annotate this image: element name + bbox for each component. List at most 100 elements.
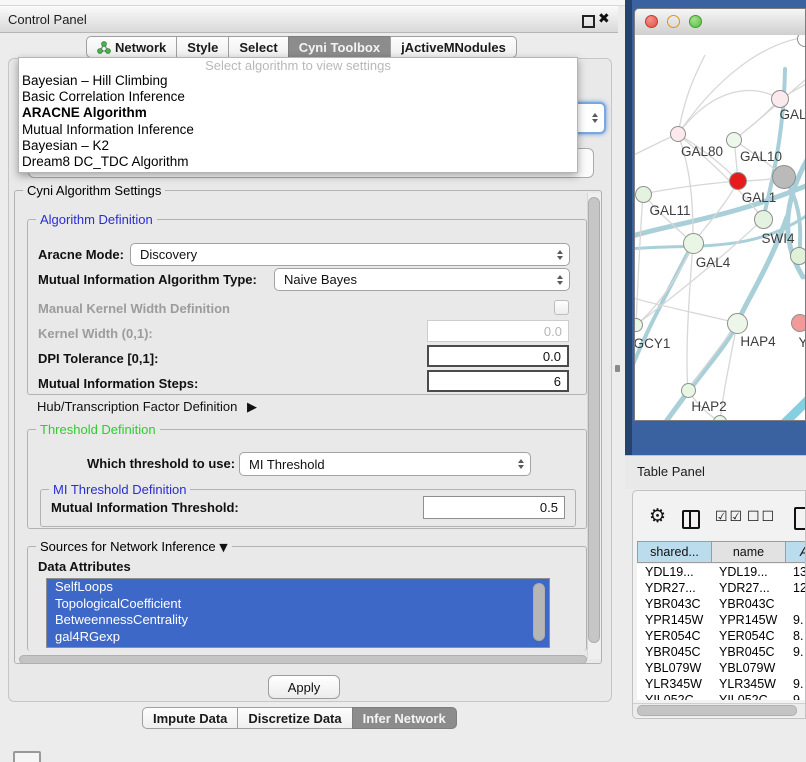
cell-name[interactable]: YPR145W (711, 612, 785, 628)
network-node-gal4[interactable] (683, 233, 704, 254)
attribute-item[interactable]: SelfLoops (47, 579, 549, 596)
export-table-icon[interactable] (794, 507, 806, 530)
mi-threshold-field[interactable]: 0.5 (423, 496, 565, 519)
algorithm-option[interactable]: Mutual Information Inference (19, 122, 577, 138)
algorithm-option[interactable]: Dream8 DC_TDC Algorithm (19, 154, 577, 170)
cell-name[interactable]: YIL052C (711, 692, 785, 700)
tab-cyni-toolbox[interactable]: Cyni Toolbox (288, 36, 391, 58)
sources-legend[interactable]: Sources for Network Inference ▼ (36, 539, 232, 554)
cell-name[interactable]: YDR27... (711, 580, 785, 596)
table-row[interactable]: YBR045CYBR045C9. (637, 644, 806, 660)
close-traffic-light-icon[interactable] (645, 15, 658, 28)
columns-icon[interactable] (682, 510, 700, 529)
table-hscrollbar-thumb[interactable] (637, 705, 797, 716)
cell-value[interactable] (785, 660, 806, 676)
apply-button[interactable]: Apply (268, 675, 340, 699)
minimize-traffic-light-icon[interactable] (667, 15, 680, 28)
cell-shared-name[interactable]: YBL079W (637, 660, 711, 676)
network-node-hap4[interactable] (727, 313, 748, 334)
cell-value[interactable]: 9 (785, 692, 806, 700)
network-node[interactable] (729, 172, 747, 190)
column-header-name[interactable]: name (711, 541, 786, 563)
floating-icon-partial[interactable] (13, 751, 41, 762)
cell-value[interactable]: 9. (785, 676, 806, 692)
zoom-traffic-light-icon[interactable] (689, 15, 702, 28)
tab-infer-network[interactable]: Infer Network (352, 707, 457, 729)
network-node[interactable] (772, 165, 796, 189)
float-window-icon[interactable] (582, 15, 595, 28)
manual-kernel-width-checkbox[interactable] (554, 300, 569, 315)
gear-icon[interactable]: ⚙ (649, 505, 666, 527)
cell-name[interactable]: YBR043C (711, 596, 785, 612)
cell-value[interactable]: 8. (785, 628, 806, 644)
tab-discretize-data[interactable]: Discretize Data (237, 707, 352, 729)
aracne-mode-combo[interactable]: Discovery (130, 243, 570, 266)
kernel-width-field[interactable]: 0.0 (427, 320, 569, 342)
table-row[interactable]: YDL19...YDL19...13 (637, 564, 806, 580)
deselect-all-checkboxes-icon[interactable]: ☐☐ (747, 509, 776, 525)
network-canvas[interactable]: GALGAL80GAL10GAL1SWI4GAL11GAL4GCY1HAP4YH… (635, 35, 806, 421)
cell-shared-name[interactable]: YDL19... (637, 564, 711, 580)
tab-style[interactable]: Style (176, 36, 229, 58)
close-icon[interactable]: ✖ (598, 10, 610, 27)
cell-name[interactable]: YLR345W (711, 676, 785, 692)
network-node-gal80[interactable] (670, 126, 686, 142)
table-row[interactable]: YER054CYER054C8. (637, 628, 806, 644)
mi-algorithm-type-combo[interactable]: Naive Bayes (274, 268, 570, 291)
select-all-checkboxes-icon[interactable]: ☑☑ (715, 509, 744, 525)
network-node-gal10[interactable] (726, 132, 742, 148)
cell-value[interactable]: 9. (785, 612, 806, 628)
attribute-item[interactable]: TopologicalCoefficient (47, 596, 549, 613)
cell-shared-name[interactable]: YLR345W (637, 676, 711, 692)
dpi-tolerance-field[interactable]: 0.0 (427, 345, 569, 367)
attribute-item[interactable]: gal4RGexp (47, 629, 549, 646)
attribute-item[interactable]: BetweennessCentrality (47, 612, 549, 629)
cell-name[interactable]: YDL19... (711, 564, 785, 580)
network-node-gal1[interactable] (754, 210, 773, 229)
column-header-shared-name[interactable]: shared... (637, 541, 712, 563)
cell-name[interactable]: YBL079W (711, 660, 785, 676)
tab-jactivemnodules[interactable]: jActiveMNodules (390, 36, 517, 58)
network-node-gal11[interactable] (635, 186, 652, 203)
cell-name[interactable]: YBR045C (711, 644, 785, 660)
cell-name[interactable]: YER054C (711, 628, 785, 644)
cell-shared-name[interactable]: YPR145W (637, 612, 711, 628)
tab-network[interactable]: Network (86, 36, 177, 58)
table-row[interactable]: YPR145WYPR145W9. (637, 612, 806, 628)
which-threshold-combo[interactable]: MI Threshold (239, 452, 531, 476)
algorithm-option-selected[interactable]: ARACNE Algorithm (19, 105, 577, 121)
algorithm-option[interactable]: Bayesian – K2 (19, 138, 577, 154)
network-window-titlebar[interactable] (635, 9, 805, 36)
data-attributes-list[interactable]: SelfLoops TopologicalCoefficient Between… (46, 578, 550, 648)
tab-impute-data[interactable]: Impute Data (142, 707, 238, 729)
cell-value[interactable]: 12 (785, 580, 806, 596)
table-row[interactable]: YIL052CYIL052C9 (637, 692, 806, 700)
network-node-swi4[interactable] (790, 247, 806, 265)
algorithm-option[interactable]: Basic Correlation Inference (19, 89, 577, 105)
tab-select[interactable]: Select (228, 36, 288, 58)
cell-value[interactable]: 13 (785, 564, 806, 580)
cell-shared-name[interactable]: YER054C (637, 628, 711, 644)
table-row[interactable]: YBL079WYBL079W (637, 660, 806, 676)
settings-hscrollbar-thumb[interactable] (19, 655, 587, 664)
network-node-hap2[interactable] (681, 383, 696, 398)
cell-value[interactable]: 9. (785, 644, 806, 660)
column-header-partial[interactable]: A (785, 541, 806, 563)
mi-steps-field[interactable]: 6 (427, 370, 569, 392)
table-row[interactable]: YBR043CYBR043C (637, 596, 806, 612)
cell-shared-name[interactable]: YIL052C (637, 692, 711, 700)
cell-shared-name[interactable]: YBR045C (637, 644, 711, 660)
algorithm-option[interactable]: Bayesian – Hill Climbing (19, 73, 577, 89)
attributes-scrollbar-thumb[interactable] (533, 583, 545, 641)
cell-shared-name[interactable]: YDR27... (637, 580, 711, 596)
cell-value[interactable] (785, 596, 806, 612)
settings-scrollbar-thumb[interactable] (588, 197, 600, 643)
network-node-y[interactable] (791, 314, 806, 332)
network-node-gal[interactable] (771, 90, 789, 108)
table-row[interactable]: YDR27...YDR27...12 (637, 580, 806, 596)
hub-definition-toggle[interactable]: Hub/Transcription Factor Definition ▶ (37, 399, 257, 415)
cell-shared-name[interactable]: YBR043C (637, 596, 711, 612)
table-row[interactable]: YLR345WYLR345W9. (637, 676, 806, 692)
network-view-window[interactable]: GALGAL80GAL10GAL1SWI4GAL11GAL4GCY1HAP4YH… (634, 8, 806, 421)
panel-divider-handle[interactable] (615, 365, 620, 372)
